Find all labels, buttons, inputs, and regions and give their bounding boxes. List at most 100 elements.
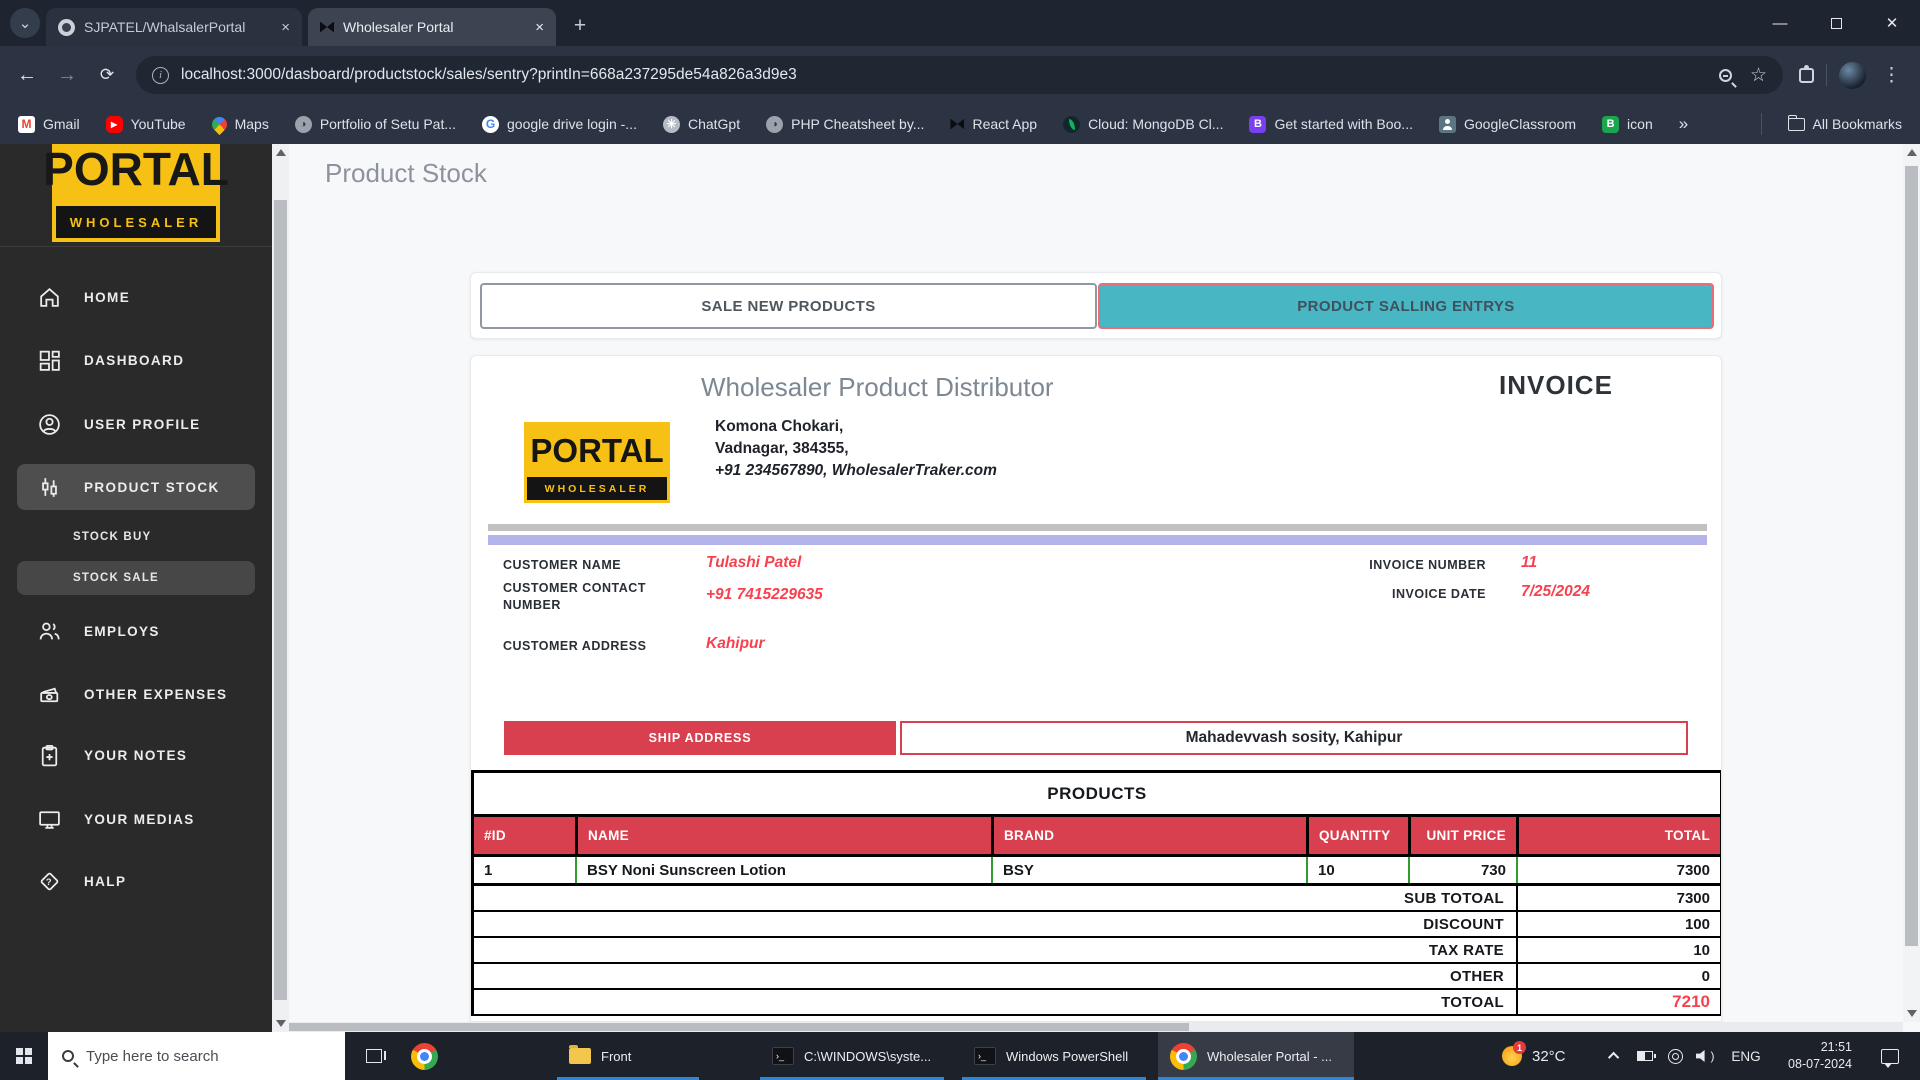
url-text[interactable]: localhost:3000/dasboard/productstock/sal…	[181, 66, 797, 84]
bookmark-react-app[interactable]: React App	[950, 116, 1037, 132]
taskbar-app-front[interactable]: Front	[557, 1032, 699, 1080]
temperature-readout[interactable]: 32°C	[1532, 1032, 1580, 1080]
bookmark-php-cheatsheet[interactable]: ◑PHP Cheatsheet by...	[766, 116, 924, 133]
extensions-icon[interactable]	[1799, 68, 1814, 83]
all-bookmarks-button[interactable]: All Bookmarks	[1788, 116, 1902, 132]
customer-address-label: CUSTOMER ADDRESS	[503, 638, 646, 655]
google-g-icon: G	[482, 116, 499, 133]
sidebar-item-halp[interactable]: ? HALP	[17, 858, 255, 904]
task-view-icon	[366, 1049, 382, 1063]
weather-widget[interactable]: 1	[1492, 1032, 1532, 1080]
tab-title: SJPATEL/WhalsalerPortal	[84, 19, 245, 35]
sidebar-item-dashboard[interactable]: DASHBOARD	[17, 337, 255, 383]
sidebar-item-employs[interactable]: EMPLOYS	[17, 608, 255, 654]
page-vertical-scrollbar[interactable]	[1903, 144, 1920, 1022]
tab-wholesaler-portal[interactable]: Wholesaler Portal ×	[308, 8, 556, 46]
clipboard-plus-icon	[37, 743, 62, 768]
tab-search-button[interactable]: ⌄	[10, 8, 40, 38]
forward-button[interactable]: →	[48, 56, 86, 94]
restore-button[interactable]	[1808, 0, 1864, 46]
profile-avatar[interactable]	[1839, 62, 1866, 89]
window-controls: — ✕	[1752, 0, 1920, 46]
back-button[interactable]: ←	[8, 56, 46, 94]
sidebar-item-your-notes[interactable]: YOUR NOTES	[17, 732, 255, 778]
scroll-down-icon[interactable]	[1907, 1010, 1917, 1017]
reload-button[interactable]: ⟳	[88, 56, 126, 94]
browser-toolbar: ← → ⟳ i localhost:3000/dasboard/products…	[0, 46, 1920, 104]
total-row: TOTOAL 7210	[474, 990, 1720, 1016]
taskbar-search-input[interactable]: Type here to search	[48, 1032, 345, 1080]
sidebar-scrollbar[interactable]	[272, 144, 289, 1032]
bootstrap-icon: B	[1249, 116, 1266, 133]
sidebar-item-your-medias[interactable]: YOUR MEDIAS	[17, 796, 255, 842]
bookmark-star-icon[interactable]: ☆	[1750, 66, 1767, 85]
sun-icon: 1	[1502, 1046, 1522, 1066]
sale-new-products-button[interactable]: SALE NEW PRODUCTS	[480, 283, 1097, 329]
mongodb-leaf-icon	[1063, 116, 1080, 133]
invoice-company-name: Wholesaler Product Distributor	[701, 372, 1054, 403]
bookmark-bootstrap[interactable]: BGet started with Boo...	[1249, 116, 1413, 133]
task-view-button[interactable]	[352, 1032, 396, 1080]
scroll-up-icon[interactable]	[1907, 149, 1917, 156]
zoom-out-icon[interactable]	[1719, 69, 1732, 82]
bookmark-youtube[interactable]: ▶YouTube	[106, 116, 186, 133]
sidebar-item-home[interactable]: HOME	[17, 274, 255, 320]
volume-button[interactable]: )	[1690, 1032, 1720, 1080]
folder-icon	[569, 1048, 591, 1064]
scrollbar-thumb[interactable]	[274, 200, 287, 1000]
tray-overflow-button[interactable]	[1602, 1032, 1628, 1080]
scroll-down-icon[interactable]	[276, 1020, 286, 1027]
sidebar-item-other-expenses[interactable]: OTHER EXPENSES	[17, 671, 255, 717]
tab-github[interactable]: SJPATEL/WhalsalerPortal ×	[46, 8, 302, 46]
invoice-date-label: INVOICE DATE	[1316, 586, 1486, 603]
close-tab-icon[interactable]: ×	[535, 19, 544, 36]
gmail-icon: M	[18, 116, 35, 133]
chrome-pinned-button[interactable]	[402, 1032, 446, 1080]
github-favicon-icon	[58, 19, 75, 36]
battery-indicator[interactable]	[1632, 1032, 1658, 1080]
bookmarks-overflow-icon[interactable]: »	[1679, 114, 1688, 134]
globe-icon: ◑	[766, 116, 783, 133]
meet-now-button[interactable]	[1662, 1032, 1688, 1080]
site-info-icon[interactable]: i	[152, 67, 169, 84]
close-tab-icon[interactable]: ×	[281, 19, 290, 36]
bookmark-gmail[interactable]: MGmail	[18, 116, 80, 133]
start-button[interactable]	[0, 1032, 48, 1080]
dashboard-icon	[37, 348, 62, 373]
new-tab-button[interactable]: +	[566, 12, 594, 40]
language-indicator[interactable]: ENG	[1724, 1032, 1768, 1080]
logo-wholesaler-text: WHOLESALER	[56, 206, 216, 238]
divider-bar-lavender	[488, 535, 1707, 545]
bookmark-maps[interactable]: Maps	[212, 116, 269, 132]
taskbar-app-wholesaler-portal[interactable]: Wholesaler Portal - ...	[1158, 1032, 1354, 1080]
minimize-button[interactable]: —	[1752, 0, 1808, 46]
sidebar-item-stock-buy[interactable]: STOCK BUY	[17, 520, 255, 554]
page-horizontal-scrollbar[interactable]	[289, 1022, 1903, 1032]
address-bar[interactable]: i localhost:3000/dasboard/productstock/s…	[136, 56, 1783, 94]
bookmark-mongodb[interactable]: Cloud: MongoDB Cl...	[1063, 116, 1223, 133]
sidebar-item-stock-sale[interactable]: STOCK SALE	[17, 561, 255, 595]
bookmark-google-drive[interactable]: Ggoogle drive login -...	[482, 116, 637, 133]
page-viewport: PORTAL WHOLESALER HOME DASHBOARD USER PR…	[0, 144, 1920, 1032]
invoice-card: Wholesaler Product Distributor INVOICE P…	[470, 355, 1722, 1022]
sidebar-item-product-stock[interactable]: PRODUCT STOCK	[17, 464, 255, 510]
chevron-up-icon	[1608, 1052, 1619, 1063]
scroll-up-icon[interactable]	[276, 149, 286, 156]
notification-center-button[interactable]	[1868, 1032, 1912, 1080]
main-content: Product Stock SALE NEW PRODUCTS PRODUCT …	[289, 144, 1903, 1022]
customer-name-value: Tulashi Patel	[706, 554, 801, 572]
taskbar-app-cmd[interactable]: ›_ C:\WINDOWS\syste...	[760, 1032, 944, 1080]
taskbar-app-powershell[interactable]: ›_ Windows PowerShell	[962, 1032, 1146, 1080]
browser-menu-icon[interactable]: ⋮	[1882, 64, 1902, 87]
clock[interactable]: 21:51 08-07-2024	[1772, 1032, 1858, 1080]
bookmark-icon-site[interactable]: Bicon	[1602, 116, 1653, 133]
bookmark-portfolio[interactable]: ◑Portfolio of Setu Pat...	[295, 116, 456, 133]
close-window-button[interactable]: ✕	[1864, 0, 1920, 46]
sidebar-item-user-profile[interactable]: USER PROFILE	[17, 401, 255, 447]
product-selling-entries-button[interactable]: PRODUCT SALLING ENTRYS	[1098, 283, 1714, 329]
bookmark-chatgpt[interactable]: ✳ChatGpt	[663, 116, 740, 133]
scrollbar-thumb[interactable]	[1905, 166, 1918, 946]
bookmark-classroom[interactable]: GoogleClassroom	[1439, 116, 1576, 133]
scrollbar-thumb[interactable]	[289, 1023, 1189, 1031]
customer-address-value: Kahipur	[706, 635, 765, 653]
